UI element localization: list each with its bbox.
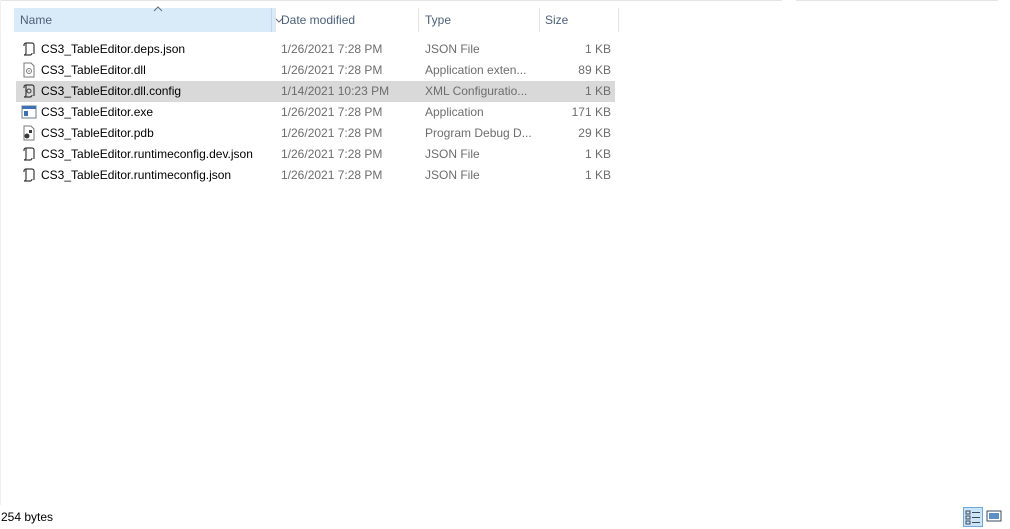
file-row[interactable]: CS3_TableEditor.exe 1/26/2021 7:28 PM Appl… — [16, 102, 615, 123]
config-file-icon — [21, 83, 37, 99]
file-name: CS3_TableEditor.exe — [41, 105, 154, 119]
pdb-file-icon — [21, 125, 37, 141]
file-row[interactable]: CS3_TableEditor.dll.config 1/14/2021 10:2… — [16, 81, 615, 102]
file-date-modified: 1/26/2021 7:28 PM — [281, 168, 383, 182]
file-row[interactable]: CS3_TableEditor.dll 1/26/2021 7:28 PM Appl… — [16, 60, 615, 81]
file-type: XML Configuratio... — [425, 84, 528, 98]
file-date-modified: 1/26/2021 7:28 PM — [281, 42, 383, 56]
file-name: CS3_TableEditor.pdb — [41, 126, 154, 140]
file-size: 29 KB — [578, 126, 611, 140]
top-divider-right — [796, 0, 998, 1]
status-bar: 254 bytes — [0, 505, 1010, 529]
large-icons-view-button[interactable] — [985, 507, 1005, 527]
file-row[interactable]: CS3_TableEditor.runtimeconfig.json 1/26/2… — [16, 165, 615, 186]
column-header-name-label: Name — [20, 13, 53, 27]
pane-edge — [0, 0, 1, 505]
details-view-icon — [965, 510, 980, 525]
file-type: Application — [425, 105, 484, 119]
details-view-button[interactable] — [963, 507, 983, 527]
file-type: JSON File — [425, 147, 480, 161]
column-header-size[interactable]: Size — [540, 8, 618, 32]
json-file-icon — [21, 146, 37, 162]
file-name: CS3_TableEditor.dll.config — [41, 84, 182, 98]
file-type: JSON File — [425, 42, 480, 56]
selection-size-text: 254 bytes — [1, 510, 54, 524]
column-separator[interactable] — [418, 8, 419, 32]
file-type: Application exten... — [425, 63, 527, 77]
file-name: CS3_TableEditor.runtimeconfig.dev.json — [41, 147, 253, 161]
column-header-row: Name Date modified Type Size — [0, 6, 620, 32]
file-size: 1 KB — [584, 42, 611, 56]
dll-file-icon — [21, 62, 37, 78]
file-date-modified: 1/14/2021 10:23 PM — [281, 84, 390, 98]
exe-file-icon — [21, 104, 37, 120]
file-size: 89 KB — [578, 63, 611, 77]
file-name: CS3_TableEditor.runtimeconfig.json — [41, 168, 232, 182]
file-name: CS3_TableEditor.dll — [41, 63, 146, 77]
json-file-icon — [21, 41, 37, 57]
file-row[interactable]: CS3_TableEditor.runtimeconfig.dev.json 1/… — [16, 144, 615, 165]
column-dropdown-separator — [271, 8, 272, 32]
file-row[interactable]: CS3_TableEditor.pdb 1/26/2021 7:28 PM Prog… — [16, 123, 615, 144]
column-header-date-modified[interactable]: Date modified — [276, 8, 418, 32]
column-header-type[interactable]: Type — [420, 8, 538, 32]
file-type: Program Debug D... — [425, 126, 532, 140]
file-date-modified: 1/26/2021 7:28 PM — [281, 105, 383, 119]
file-name: CS3_TableEditor.deps.json — [41, 42, 186, 56]
file-size: 1 KB — [584, 168, 611, 182]
sort-ascending-icon — [153, 6, 163, 12]
column-separator[interactable] — [618, 8, 619, 32]
file-size: 1 KB — [584, 84, 611, 98]
large-icons-view-icon — [986, 510, 1002, 522]
file-type: JSON File — [425, 168, 480, 182]
top-divider — [0, 0, 782, 1]
column-header-name[interactable]: Name — [14, 6, 284, 32]
file-size: 171 KB — [571, 105, 611, 119]
file-row[interactable]: CS3_TableEditor.deps.json 1/26/2021 7:28 … — [16, 39, 615, 60]
file-size: 1 KB — [584, 147, 611, 161]
json-file-icon — [21, 167, 37, 183]
file-date-modified: 1/26/2021 7:28 PM — [281, 126, 383, 140]
file-date-modified: 1/26/2021 7:28 PM — [281, 63, 383, 77]
file-date-modified: 1/26/2021 7:28 PM — [281, 147, 383, 161]
